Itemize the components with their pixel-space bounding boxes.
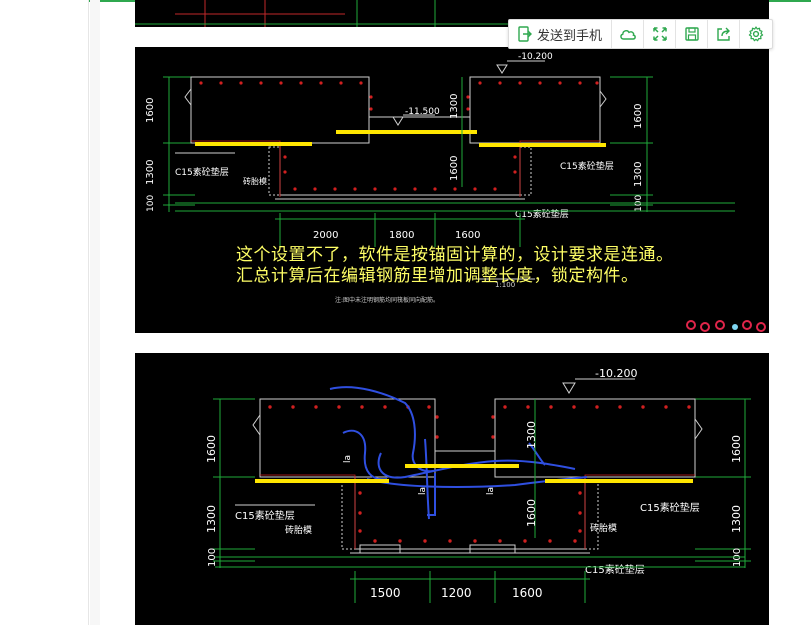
highlight-bar-right bbox=[479, 143, 606, 147]
dim2-bottom-1600: 1600 bbox=[512, 586, 543, 600]
label-c15-left: C15素砼垫层 bbox=[175, 166, 229, 178]
highlight-bar-mid bbox=[336, 130, 477, 134]
la-label-3: la bbox=[486, 487, 496, 495]
annotation-line-2: 汇总计算后在编辑钢筋里增加调整长度，锁定构件。 bbox=[236, 266, 639, 286]
label2-c15-left: C15素砼垫层 bbox=[235, 509, 295, 522]
dim-left-1300: 1300 bbox=[145, 160, 156, 185]
dim2-bottom-1500: 1500 bbox=[370, 586, 401, 600]
cad-image-1[interactable]: 1600 1300 100 1600 1300 100 -10.200 -11.… bbox=[135, 47, 769, 333]
share-button[interactable] bbox=[708, 20, 741, 48]
label2-c15-bottom: C15素砼垫层 bbox=[585, 563, 645, 576]
elev-label-mid: -11.500 bbox=[405, 107, 440, 117]
dim-left-100: 100 bbox=[146, 195, 156, 212]
elev-label-right: -10.200 bbox=[518, 52, 553, 62]
highlight-bar-right-2 bbox=[545, 479, 693, 483]
left-pane bbox=[0, 0, 89, 625]
drawing-note: 注:图中未注明钢筋均同筏板同向配筋。 bbox=[335, 296, 439, 304]
label-brick: 砖胎模 bbox=[243, 176, 267, 186]
dim-right-1300: 1300 bbox=[633, 162, 644, 187]
dim2-right-1300: 1300 bbox=[730, 505, 743, 533]
dim-left-1600: 1600 bbox=[145, 98, 156, 123]
dim2-left-1300: 1300 bbox=[205, 505, 218, 533]
fullscreen-icon bbox=[652, 27, 667, 41]
label2-brick-right: 砖胎模 bbox=[590, 522, 617, 534]
la-label-1: la bbox=[343, 455, 353, 463]
la-label-2: la bbox=[418, 487, 428, 495]
save-icon bbox=[684, 27, 699, 41]
label-c15-right: C15素砼垫层 bbox=[560, 160, 614, 172]
highlight-bar-left bbox=[195, 142, 312, 146]
label2-brick-left: 砖胎模 bbox=[285, 524, 312, 536]
dim2-right-1600: 1600 bbox=[730, 435, 743, 463]
dim-mid-1300: 1300 bbox=[449, 94, 460, 119]
label-c15-bottom: C15素砼垫层 bbox=[515, 208, 569, 220]
highlight-bar-mid-2 bbox=[405, 464, 519, 468]
gear-icon bbox=[748, 26, 764, 42]
send-to-phone-label: 发送到手机 bbox=[537, 27, 603, 43]
image-toolbar: 发送到手机 bbox=[508, 19, 774, 49]
watermark-fragment bbox=[686, 320, 766, 332]
send-to-phone-icon bbox=[518, 26, 532, 42]
elev2-label: -10.200 bbox=[595, 367, 637, 380]
cad-image-2[interactable]: 1600 1300 100 1600 1300 100 -10.200 1300… bbox=[135, 353, 769, 625]
cloud-save-button[interactable] bbox=[612, 20, 645, 48]
save-button[interactable] bbox=[676, 20, 709, 48]
blue-handdrawn-marks bbox=[329, 386, 588, 520]
settings-button[interactable] bbox=[740, 20, 772, 48]
dim-right-1600: 1600 bbox=[633, 104, 644, 129]
content-gutter bbox=[90, 0, 100, 625]
dim2-mid-1600: 1600 bbox=[525, 499, 538, 527]
send-to-phone-button[interactable]: 发送到手机 bbox=[509, 20, 613, 48]
cloud-icon bbox=[619, 30, 636, 40]
dim2-bottom-1200: 1200 bbox=[441, 586, 472, 600]
highlight-bar-left-2 bbox=[255, 479, 389, 483]
fullscreen-button[interactable] bbox=[644, 20, 677, 48]
dim-mid-1600: 1600 bbox=[449, 156, 460, 181]
share-icon bbox=[717, 27, 731, 41]
dim2-left-1600: 1600 bbox=[205, 435, 218, 463]
label2-c15-right: C15素砼垫层 bbox=[640, 501, 700, 514]
dim2-mid-1300: 1300 bbox=[525, 421, 538, 449]
